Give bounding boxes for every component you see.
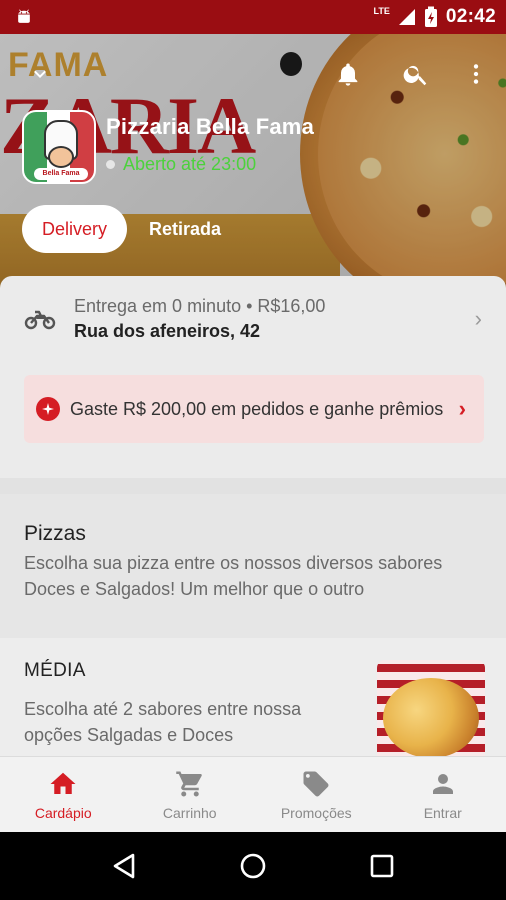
rewards-promo-banner[interactable]: Gaste R$ 200,00 em pedidos e ganhe prêmi…: [24, 375, 484, 443]
back-button[interactable]: [104, 846, 144, 886]
store-name: Pizzaria Bella Fama: [106, 114, 315, 139]
nav-promocoes[interactable]: Promoções: [253, 757, 380, 832]
open-status-text: Aberto até 23:00: [123, 154, 257, 174]
nav-entrar[interactable]: Entrar: [380, 757, 506, 832]
promo-text: Gaste R$ 200,00 em pedidos e ganhe prêmi…: [70, 398, 444, 419]
nav-carrinho[interactable]: Carrinho: [127, 757, 254, 832]
home-circle-icon: [240, 853, 266, 879]
network-type: LTE: [373, 6, 390, 16]
chevron-down-icon: [34, 70, 46, 78]
home-icon: [50, 772, 76, 794]
system-navigation-bar: [0, 832, 506, 900]
chevron-right-icon: ›: [458, 396, 466, 421]
more-vertical-icon: [473, 64, 479, 84]
tab-retirada[interactable]: Retirada: [149, 219, 221, 240]
cart-icon: [176, 771, 202, 796]
delivery-address: Rua dos afeneiros, 42: [74, 321, 261, 341]
battery-charging-icon: [424, 6, 437, 27]
more-options-button[interactable]: [456, 54, 496, 94]
section-divider: [0, 478, 506, 494]
delivery-info-row[interactable]: Entrega em 0 minuto • R$16,00 Rua dos af…: [0, 276, 506, 362]
notifications-button[interactable]: [328, 54, 368, 94]
tab-delivery[interactable]: Delivery: [22, 205, 128, 253]
product-description: Escolha até 2 sabores entre nossa opções…: [24, 699, 302, 745]
motorcycle-icon: [24, 310, 56, 330]
search-button[interactable]: [396, 54, 436, 94]
product-item[interactable]: MÉDIA Escolha até 2 sabores entre nossa …: [0, 638, 506, 768]
back-triangle-icon: [114, 853, 135, 879]
status-bar: LTE 02:42: [0, 0, 506, 34]
search-icon: [403, 65, 427, 86]
nav-label: Carrinho: [162, 804, 217, 821]
nav-label: Cardápio: [34, 804, 92, 821]
clock: 02:42: [445, 6, 496, 27]
bottom-navigation: Cardápio Carrinho Promoções Entrar: [0, 756, 506, 832]
store-logo: Bella Fama: [22, 110, 96, 184]
recents-square-icon: [370, 854, 393, 878]
tag-icon: [303, 771, 329, 796]
category-header: Pizzas Escolha sua pizza entre os nossos…: [0, 494, 506, 638]
bell-icon: [338, 63, 358, 86]
category-title: Pizzas: [24, 522, 86, 545]
status-dot: [106, 160, 115, 169]
delivery-time-fee: Entrega em 0 minuto • R$16,00: [74, 296, 326, 316]
nav-label: Entrar: [423, 804, 462, 821]
star-badge-icon: [36, 397, 60, 421]
logo-text: Bella Fama: [34, 168, 88, 180]
nav-cardapio[interactable]: Cardápio: [0, 757, 127, 832]
signal-icon: [398, 9, 415, 25]
nav-label: Promoções: [280, 804, 352, 821]
recents-button[interactable]: [362, 846, 402, 886]
open-status: Aberto até 23:00: [106, 154, 256, 175]
store-header: FAMA ZARIA Bella Fama Pizzaria Bella Fam…: [0, 34, 506, 294]
product-image: [377, 660, 485, 768]
android-icon: [18, 9, 30, 23]
chevron-right-icon: ›: [474, 306, 482, 331]
app-toolbar: [0, 34, 506, 114]
person-icon: [432, 773, 453, 794]
order-mode-tabs: Delivery Retirada: [22, 205, 221, 253]
content-sheet: Entrega em 0 minuto • R$16,00 Rua dos af…: [0, 276, 506, 768]
collapse-button[interactable]: [20, 54, 60, 94]
category-description: Escolha sua pizza entre os nossos divers…: [24, 553, 443, 599]
home-button[interactable]: [233, 846, 273, 886]
